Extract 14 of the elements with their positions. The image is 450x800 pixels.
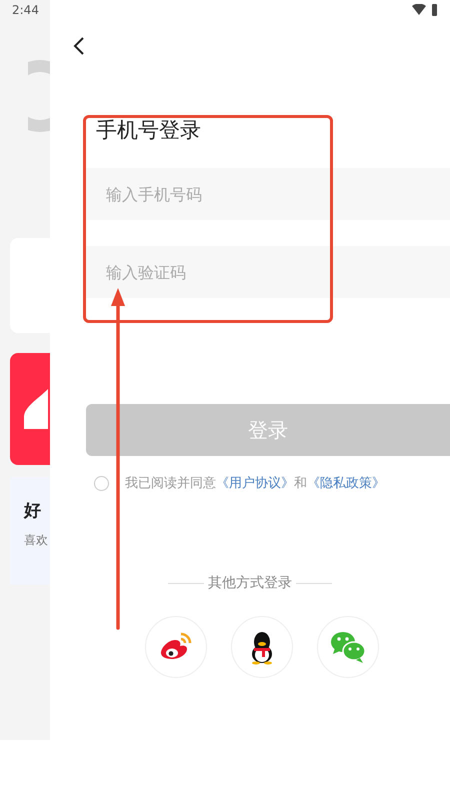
agreement-text: 我已阅读并同意《用户协议》和《隐私政策》 [125,475,385,492]
card-title: 好 [24,500,42,522]
status-time: 2:44 [12,3,39,17]
drop-icon [24,389,48,429]
code-field[interactable]: 输入验证码 [86,246,450,298]
agreement-link[interactable]: 《用户协议》 [216,476,294,491]
phone-field[interactable]: 输入手机号码 [86,168,450,220]
back-icon[interactable] [72,36,86,56]
card-subtitle: 喜欢 [24,532,49,549]
agree-checkbox[interactable] [94,476,109,490]
wifi-battery-icon [412,4,438,16]
agreement-link[interactable]: 《隐私政策》 [307,476,385,491]
other-login-label: 其他方式登录 [208,574,292,592]
login-title: 手机号登录 [96,117,202,144]
